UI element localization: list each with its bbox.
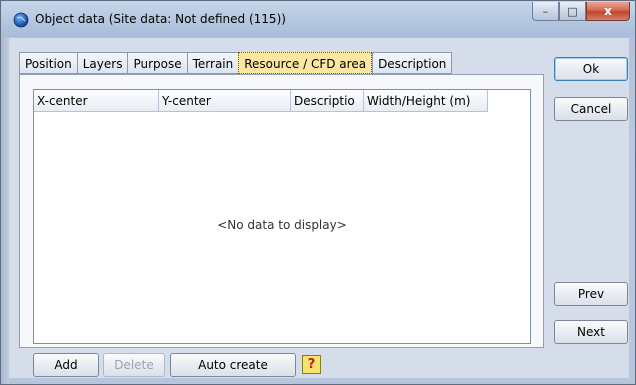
auto-create-button[interactable]: Auto create [170, 353, 296, 377]
tab-resource-cfd-area[interactable]: Resource / CFD area [238, 52, 373, 74]
tab-terrain[interactable]: Terrain [186, 52, 239, 74]
tab-description[interactable]: Description [372, 52, 453, 74]
globe-icon [13, 12, 29, 28]
tab-position[interactable]: Position [19, 52, 77, 74]
window-frame-left [1, 37, 9, 384]
maximize-button[interactable]: □ [559, 2, 586, 21]
help-icon[interactable]: ? [302, 355, 321, 374]
tab-strip: Position Layers Purpose Terrain Resource… [19, 52, 453, 74]
data-grid[interactable]: X-center Y-center Descriptio Width/Heigh… [33, 89, 531, 344]
next-button[interactable]: Next [554, 320, 628, 344]
add-button[interactable]: Add [33, 353, 99, 377]
cancel-button[interactable]: Cancel [554, 97, 628, 121]
ok-button[interactable]: Ok [554, 57, 628, 81]
window-title: Object data (Site data: Not defined (115… [35, 12, 286, 26]
prev-button[interactable]: Prev [554, 282, 628, 306]
empty-grid-message: <No data to display> [217, 218, 347, 232]
delete-button[interactable]: Delete [103, 353, 165, 377]
tab-purpose[interactable]: Purpose [127, 52, 187, 74]
column-header-y-center[interactable]: Y-center [159, 90, 291, 112]
minimize-button[interactable]: – [532, 2, 559, 21]
caption-buttons: – □ x [532, 2, 630, 22]
column-header-description[interactable]: Descriptio [291, 90, 364, 112]
grid-header: X-center Y-center Descriptio Width/Heigh… [34, 90, 530, 112]
tab-layers[interactable]: Layers [76, 52, 128, 74]
object-data-window: Object data (Site data: Not defined (115… [0, 0, 636, 385]
title-bar[interactable]: Object data (Site data: Not defined (115… [1, 1, 635, 37]
column-header-width-height[interactable]: Width/Height (m) [364, 90, 488, 112]
column-header-x-center[interactable]: X-center [34, 90, 159, 112]
close-button[interactable]: x [586, 2, 630, 21]
